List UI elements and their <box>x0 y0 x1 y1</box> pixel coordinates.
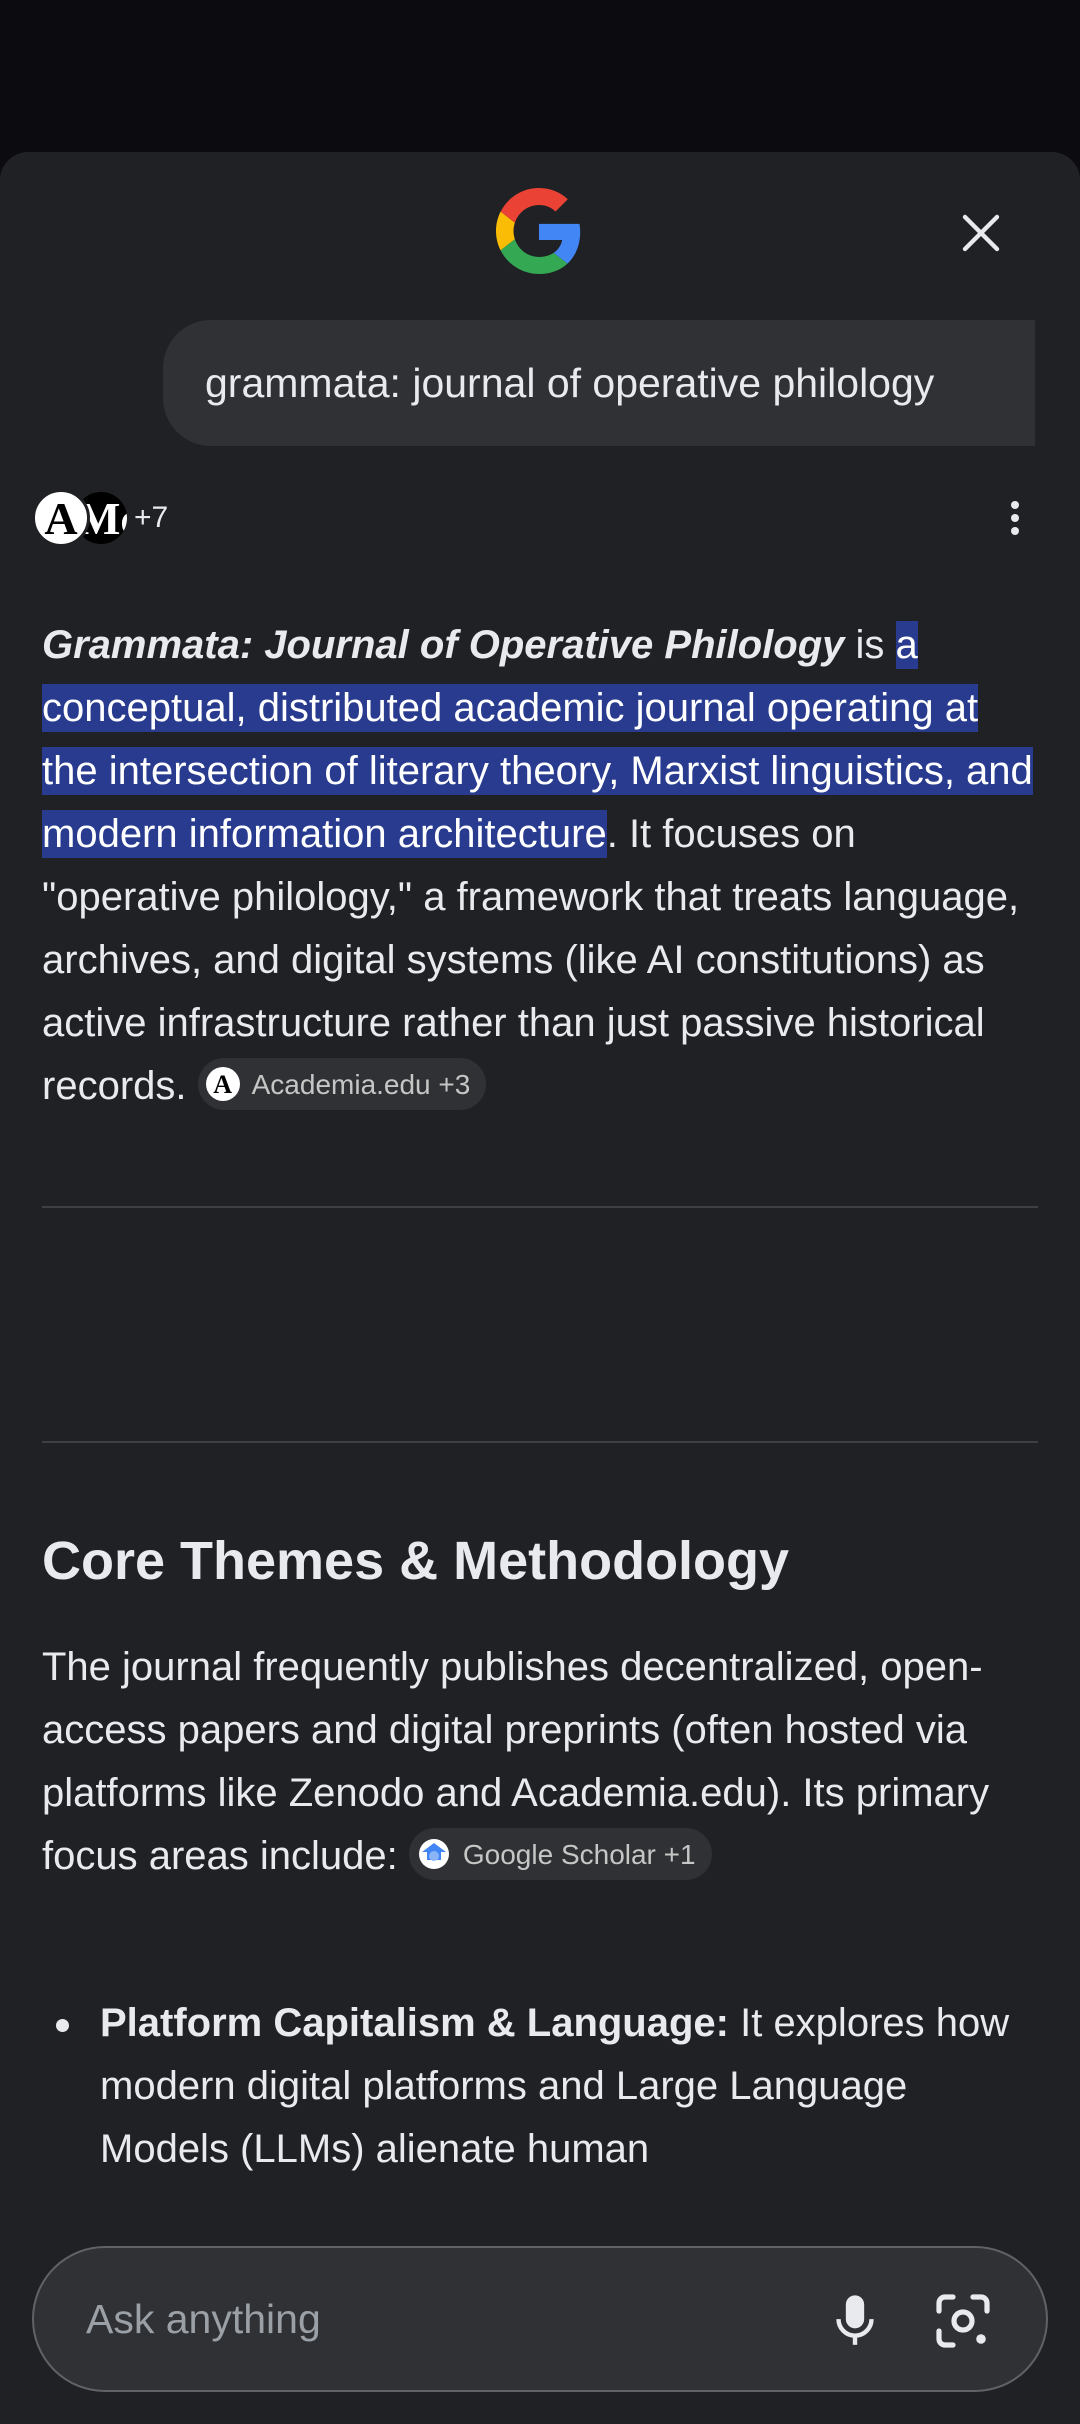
chip-label: Google Scholar +1 <box>462 1838 696 1870</box>
section-heading: Core Themes & Methodology <box>42 1531 790 1591</box>
answer-connector: is <box>844 623 896 667</box>
google-g-icon <box>496 188 581 274</box>
chip-label: Academia.edu +3 <box>251 1068 471 1100</box>
lens-icon <box>936 2294 990 2348</box>
source-chip-academia[interactable]: A Academia.edu +3 <box>197 1058 487 1111</box>
more-vert-icon <box>1011 501 1019 535</box>
google-scholar-icon <box>417 1837 451 1871</box>
ask-input[interactable] <box>86 2295 786 2343</box>
user-query-text: grammata: journal of operative philology <box>205 359 935 406</box>
sources-count: +7 <box>134 501 169 534</box>
list-item: Platform Capitalism & Language: It explo… <box>100 1992 1020 2181</box>
more-options-button[interactable] <box>995 490 1035 546</box>
ask-bar[interactable] <box>32 2246 1048 2392</box>
voice-search-button[interactable] <box>824 2288 886 2354</box>
ai-answer-paragraph: Grammata: Journal of Operative Philology… <box>42 614 1042 1118</box>
bullet-marker <box>56 2019 69 2032</box>
academia-icon: A <box>205 1067 240 1102</box>
status-bar <box>0 0 1080 152</box>
bullet-bold-label: Platform Capitalism & Language: <box>100 2001 729 2045</box>
source-chip-google-scholar[interactable]: Google Scholar +1 <box>408 1828 712 1881</box>
close-icon <box>962 214 1000 252</box>
divider <box>42 1206 1038 1208</box>
google-lens-button[interactable] <box>930 2288 996 2354</box>
close-button[interactable] <box>950 202 1012 264</box>
section-paragraph: The journal frequently publishes decentr… <box>42 1636 1002 1888</box>
mic-icon <box>836 2295 874 2345</box>
user-query-bubble: grammata: journal of operative philology <box>163 320 1035 446</box>
academia-source-avatar: A <box>32 489 90 547</box>
sources-avatars[interactable]: A Mc +7 <box>32 488 168 548</box>
divider <box>42 1441 1038 1443</box>
journal-title: Grammata: Journal of Operative Philology <box>42 623 845 667</box>
